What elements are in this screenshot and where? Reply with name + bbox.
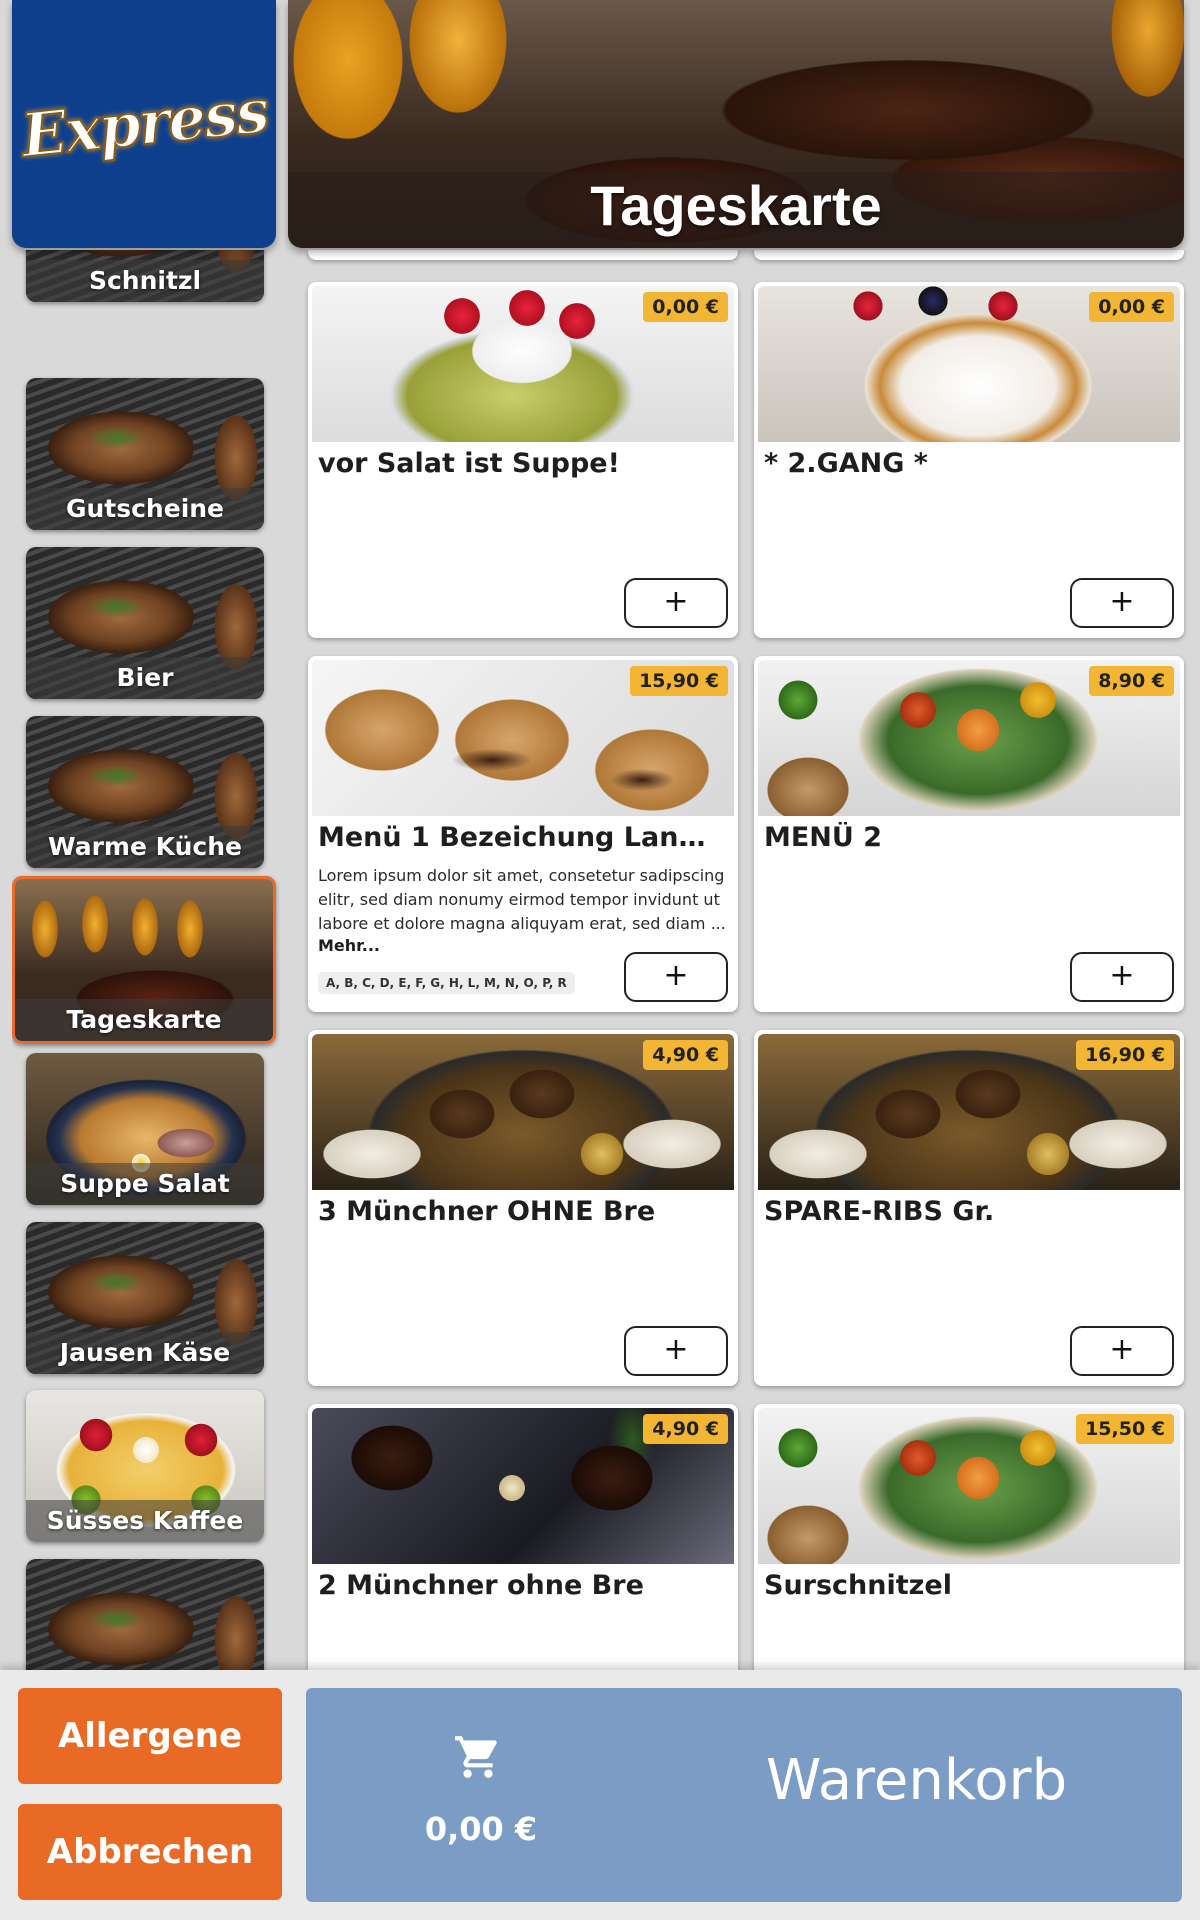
- product-title: vor Salat ist Suppe!: [318, 448, 620, 479]
- product-title: Surschnitzel: [764, 1570, 952, 1601]
- product-title: 2 Münchner ohne Bre: [318, 1570, 644, 1601]
- logo-wordmark: Express: [17, 75, 272, 172]
- allergens-button[interactable]: Allergene: [18, 1688, 282, 1784]
- product-card[interactable]: 0,00 € vor Salat ist Suppe! +: [308, 282, 738, 638]
- add-to-cart-button[interactable]: +: [624, 578, 728, 628]
- product-title: * 2.GANG *: [764, 448, 928, 479]
- add-to-cart-button[interactable]: +: [1070, 952, 1174, 1002]
- category-gutscheine[interactable]: Gutscheine: [26, 378, 264, 530]
- category-label: Tageskarte: [15, 999, 273, 1041]
- category-label: Jausen Käse: [26, 1332, 264, 1374]
- cart-label: Warenkorb: [766, 1748, 1068, 1813]
- category-header-banner: Tageskarte: [288, 0, 1184, 248]
- category-image: [26, 1559, 264, 1670]
- cart-button[interactable]: 0,00 € Warenkorb: [306, 1688, 1182, 1902]
- add-to-cart-button[interactable]: +: [1070, 1326, 1174, 1376]
- product-card[interactable]: 0,00 € * 2.GANG * +: [754, 282, 1184, 638]
- category-suesses-kaffee[interactable]: Süsses Kaffee: [26, 1390, 264, 1542]
- category-label: Gutscheine: [26, 488, 264, 530]
- price-badge: 0,00 €: [643, 292, 728, 322]
- product-card[interactable]: 4,90 € 2 Münchner ohne Bre +: [308, 1404, 738, 1670]
- product-card[interactable]: 16,90 € SPARE-RIBS Gr. +: [754, 1030, 1184, 1386]
- product-description: Lorem ipsum dolor sit amet, consetetur s…: [318, 866, 726, 933]
- add-to-cart-button[interactable]: +: [624, 1326, 728, 1376]
- price-badge: 0,00 €: [1089, 292, 1174, 322]
- add-to-cart-button[interactable]: +: [624, 952, 728, 1002]
- category-suppe-salat[interactable]: Suppe Salat: [26, 1053, 264, 1205]
- category-label: Schnitzl: [26, 260, 264, 302]
- category-jausen-kaese[interactable]: Jausen Käse: [26, 1222, 264, 1374]
- price-badge: 16,90 €: [1076, 1040, 1174, 1070]
- page-title: Tageskarte: [590, 174, 882, 237]
- product-card[interactable]: 15,50 € Surschnitzel +: [754, 1404, 1184, 1670]
- category-schnitzl[interactable]: Schnitzl: [26, 250, 264, 302]
- category-label: Warme Küche: [26, 826, 264, 868]
- category-warme-kueche[interactable]: Warme Küche: [26, 716, 264, 868]
- allergen-codes: A, B, C, D, E, F, G, H, L, M, N, O, P, R: [318, 972, 575, 994]
- product-card[interactable]: 8,90 € MENÜ 2 +: [754, 656, 1184, 1012]
- category-label: Süsses Kaffee: [26, 1500, 264, 1542]
- product-title: SPARE-RIBS Gr.: [764, 1196, 995, 1227]
- category-tageskarte[interactable]: Tageskarte: [12, 876, 276, 1044]
- product-title: MENÜ 2: [764, 822, 883, 853]
- more-link[interactable]: Mehr...: [318, 936, 380, 955]
- bottom-action-bar: Allergene Abbrechen 0,00 € Warenkorb: [0, 1670, 1200, 1920]
- product-card[interactable]: 15,90 € Menü 1 Bezeichung Lang - ... Lor…: [308, 656, 738, 1012]
- product-title: 3 Münchner OHNE Bre: [318, 1196, 656, 1227]
- price-badge: 8,90 €: [1089, 666, 1174, 696]
- add-to-cart-button[interactable]: +: [1070, 578, 1174, 628]
- price-badge: 4,90 €: [643, 1414, 728, 1444]
- price-badge: 4,90 €: [643, 1040, 728, 1070]
- product-title: Menü 1 Bezeichung Lang - ...: [318, 822, 724, 853]
- cancel-button[interactable]: Abbrechen: [18, 1804, 282, 1900]
- product-card: [308, 250, 738, 260]
- shopping-cart-icon: [455, 1736, 497, 1778]
- price-badge: 15,90 €: [630, 666, 728, 696]
- category-label: Bier: [26, 657, 264, 699]
- product-card: [754, 250, 1184, 260]
- cart-total: 0,00 €: [424, 1810, 538, 1848]
- category-item[interactable]: [26, 1559, 264, 1670]
- product-grid[interactable]: 0,00 € vor Salat ist Suppe! + 0,00 € * 2…: [298, 250, 1188, 1670]
- price-badge: 15,50 €: [1076, 1414, 1174, 1444]
- product-card[interactable]: 4,90 € 3 Münchner OHNE Bre +: [308, 1030, 738, 1386]
- category-label: Suppe Salat: [26, 1163, 264, 1205]
- category-sidebar[interactable]: Schnitzl Gutscheine Bier Warme Küche Tag…: [12, 250, 282, 1670]
- brand-logo: Express: [12, 0, 276, 248]
- category-bier[interactable]: Bier: [26, 547, 264, 699]
